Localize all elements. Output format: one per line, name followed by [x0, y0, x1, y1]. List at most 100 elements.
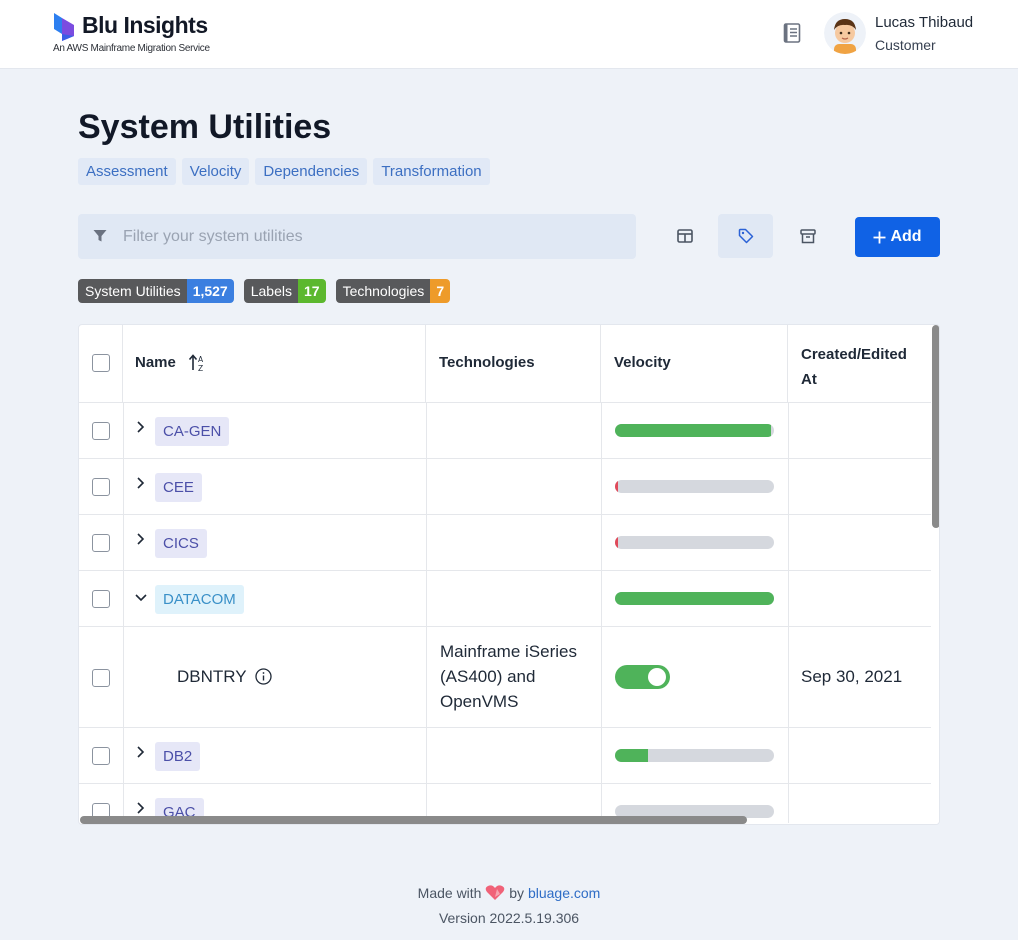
top-bar: Blu Insights An AWS Mainframe Migration …: [0, 0, 1018, 69]
counters: System Utilities 1,527 Labels 17 Technol…: [78, 279, 451, 303]
velocity-fill: [615, 749, 649, 762]
blu-insights-logo-icon[interactable]: [52, 12, 78, 42]
logo-title[interactable]: Blu Insights: [82, 12, 208, 39]
svg-text:A: A: [198, 355, 204, 364]
footer-made-with: Made with: [417, 885, 482, 901]
vertical-scroll-thumb[interactable]: [932, 325, 939, 528]
counter-technologies[interactable]: Technologies 7: [335, 279, 451, 303]
footer-by: by: [509, 885, 525, 901]
velocity-bar: [615, 536, 774, 549]
chevron-right-icon[interactable]: [134, 420, 148, 434]
row-checkbox[interactable]: [92, 422, 110, 440]
table-row-child[interactable]: DBNTRY Mainframe iSeries (AS400) and Ope…: [79, 627, 931, 728]
column-header-velocity[interactable]: Velocity: [614, 354, 671, 371]
documentation-icon[interactable]: [780, 21, 804, 45]
tab-transformation[interactable]: Transformation: [373, 158, 490, 185]
table-row[interactable]: DB2: [79, 728, 931, 784]
add-button-label: Add: [890, 228, 922, 245]
header-velocity-cell: Velocity: [601, 325, 788, 402]
row-checkbox[interactable]: [92, 534, 110, 552]
velocity-indicator: [615, 480, 618, 493]
user-name[interactable]: Lucas Thibaud: [875, 14, 973, 31]
select-all-checkbox[interactable]: [92, 354, 110, 372]
chevron-right-icon[interactable]: [134, 745, 148, 759]
velocity-fill: [615, 592, 774, 605]
table-header: Name A Z Technologies Velocity Created/E…: [79, 325, 931, 403]
sort-ascending-icon[interactable]: A Z: [189, 354, 209, 372]
column-header-created-at[interactable]: Created/Edited At: [801, 342, 921, 392]
chevron-right-icon[interactable]: [134, 801, 148, 815]
counter-value: 1,527: [186, 279, 234, 303]
labels-view-button[interactable]: [718, 214, 773, 258]
velocity-bar: [615, 480, 774, 493]
counter-system-utilities[interactable]: System Utilities 1,527: [78, 279, 234, 303]
velocity-bar: [615, 749, 774, 762]
counter-label: System Utilities: [78, 279, 187, 303]
footer-credits: Made with by bluage.com: [0, 885, 1018, 901]
system-utility-tag[interactable]: CEE: [155, 473, 202, 502]
table-row[interactable]: CA-GEN: [79, 403, 931, 459]
user-role: Customer: [875, 37, 936, 53]
logo-subtitle: An AWS Mainframe Migration Service: [53, 43, 210, 54]
column-header-technologies[interactable]: Technologies: [439, 354, 535, 371]
technologies-value: Mainframe iSeries (AS400) and OpenVMS: [440, 642, 577, 711]
row-checkbox[interactable]: [92, 590, 110, 608]
heart-icon: [486, 885, 505, 900]
vertical-scrollbar[interactable]: [931, 325, 939, 824]
page-title: System Utilities: [78, 108, 332, 146]
info-icon[interactable]: [255, 668, 272, 685]
toggle-knob: [648, 668, 666, 686]
add-button[interactable]: Add: [855, 217, 940, 257]
table-view-button[interactable]: [657, 214, 712, 258]
archive-icon: [799, 228, 816, 243]
row-checkbox[interactable]: [92, 669, 110, 687]
table-row[interactable]: DATACOM: [79, 571, 931, 627]
velocity-bar: [615, 592, 774, 605]
header-name-cell[interactable]: Name A Z: [123, 325, 426, 402]
bluage-link[interactable]: bluage.com: [528, 885, 600, 901]
system-utility-tag[interactable]: DB2: [155, 742, 201, 771]
user-avatar[interactable]: [824, 12, 866, 54]
counter-label: Technologies: [335, 279, 431, 303]
footer-version: Version 2022.5.19.306: [438, 910, 580, 926]
counter-labels[interactable]: Labels 17: [243, 279, 326, 303]
row-checkbox[interactable]: [92, 478, 110, 496]
filter-input[interactable]: [123, 214, 623, 259]
tab-dependencies[interactable]: Dependencies: [255, 158, 368, 185]
archive-button[interactable]: [780, 214, 835, 258]
horizontal-scroll-thumb[interactable]: [80, 816, 747, 824]
system-utility-name[interactable]: DBNTRY: [177, 667, 247, 687]
velocity-fill: [615, 424, 771, 437]
table-row[interactable]: CEE: [79, 459, 931, 515]
table-row[interactable]: CICS: [79, 515, 931, 571]
chevron-down-icon[interactable]: [134, 591, 148, 605]
created-at-value: Sep 30, 2021: [801, 667, 903, 686]
row-checkbox[interactable]: [92, 747, 110, 765]
system-utilities-table: Name A Z Technologies Velocity Created/E…: [78, 324, 940, 825]
system-utility-tag[interactable]: DATACOM: [155, 585, 244, 614]
plus-icon: [873, 231, 886, 243]
counter-label: Labels: [243, 279, 298, 303]
table-icon: [676, 229, 693, 243]
velocity-bar: [615, 424, 774, 437]
chevron-right-icon[interactable]: [134, 532, 148, 546]
filter-icon: [93, 230, 107, 242]
velocity-indicator: [615, 536, 618, 549]
tab-velocity[interactable]: Velocity: [181, 158, 250, 185]
filter-box: [78, 214, 636, 259]
header-created-cell: Created/Edited At: [788, 325, 931, 402]
horizontal-scrollbar[interactable]: [79, 815, 931, 824]
chevron-right-icon[interactable]: [134, 476, 148, 490]
system-utility-tag[interactable]: CICS: [155, 529, 207, 558]
counter-value: 17: [298, 279, 326, 303]
section-tabs: Assessment Velocity Dependencies Transfo…: [78, 158, 490, 185]
column-header-name[interactable]: Name: [135, 354, 176, 371]
tag-icon: [738, 228, 753, 244]
system-utility-tag[interactable]: CA-GEN: [155, 417, 230, 446]
header-technologies-cell: Technologies: [426, 325, 601, 402]
velocity-toggle[interactable]: [615, 665, 670, 689]
tab-assessment[interactable]: Assessment: [78, 158, 176, 185]
svg-text:Z: Z: [198, 364, 203, 372]
header-checkbox-cell: [79, 325, 123, 402]
counter-value: 7: [430, 279, 451, 303]
